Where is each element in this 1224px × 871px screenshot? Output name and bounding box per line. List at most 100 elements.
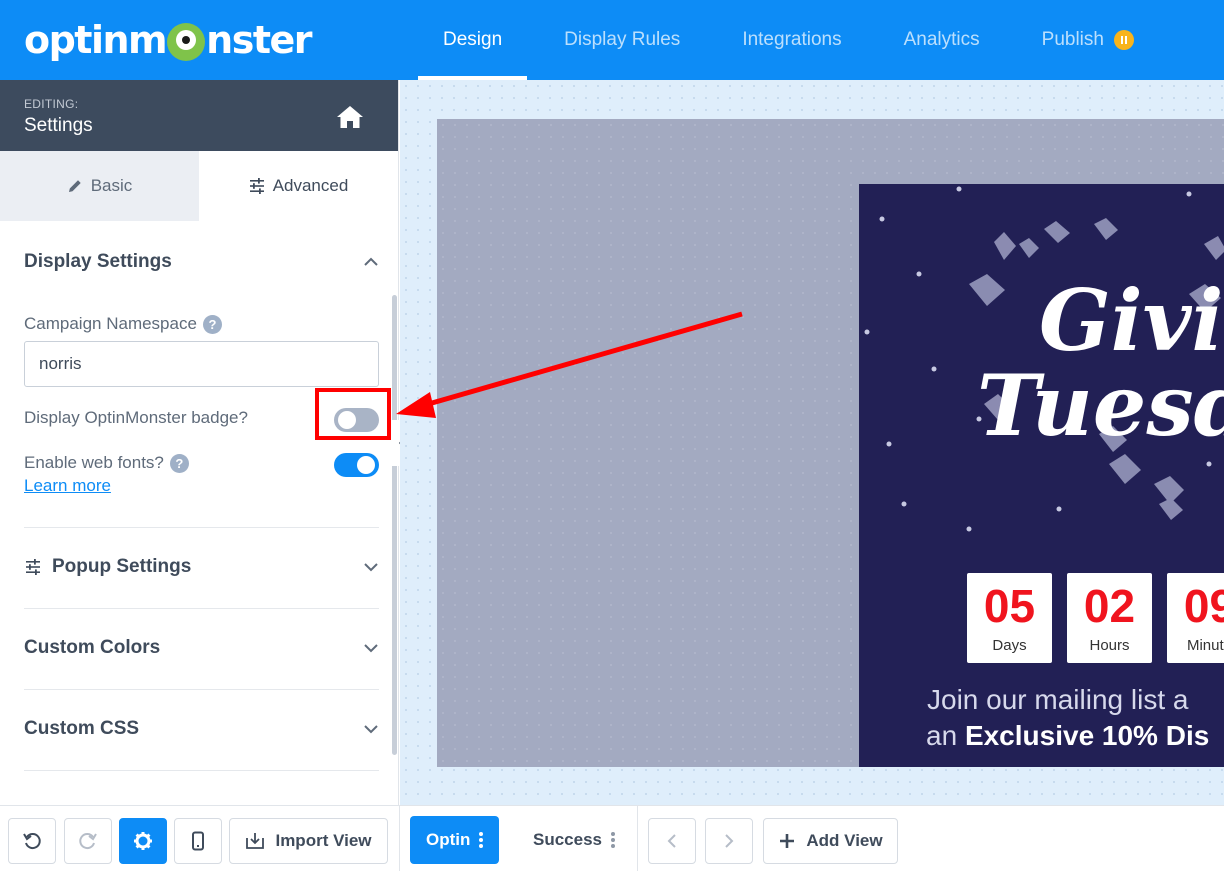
view-tab-optin-label: Optin <box>426 830 471 849</box>
custom-colors-header[interactable]: Custom Colors <box>24 633 379 663</box>
undo-icon <box>23 833 41 850</box>
tab-advanced[interactable]: Advanced <box>199 151 398 221</box>
editing-title: Settings <box>24 115 93 136</box>
sliders-icon <box>26 559 40 575</box>
pencil-icon <box>68 180 81 192</box>
add-view-label: Add View <box>806 831 883 850</box>
monster-mascot-icon <box>167 23 206 61</box>
display-settings-title: Display Settings <box>24 251 172 272</box>
campaign-popup-preview[interactable]: Givin Tuesd 05 Days 02 Hours 09 Minute J… <box>859 184 1224 767</box>
toolbar-separator <box>637 806 638 871</box>
gear-icon <box>134 832 152 850</box>
popup-title-line2: Tuesd <box>977 356 1224 455</box>
redo-button[interactable] <box>64 818 112 864</box>
campaign-namespace-label: Campaign Namespace ? <box>24 314 222 334</box>
view-options-icon[interactable] <box>611 831 615 849</box>
sliders-icon <box>249 178 264 194</box>
top-bar: optinm nster Design Display Rules Integr… <box>0 0 1224 80</box>
chevron-down-icon <box>364 725 378 734</box>
countdown-minutes-label: Minute <box>1186 637 1224 654</box>
countdown-minutes: 09 Minute <box>1167 573 1224 663</box>
toggle-knob <box>357 456 375 474</box>
countdown-days: 05 Days <box>967 573 1052 663</box>
tab-basic-label: Basic <box>90 176 133 195</box>
next-view-button[interactable] <box>705 818 753 864</box>
redo-icon <box>79 833 97 850</box>
custom-css-header[interactable]: Custom CSS <box>24 714 379 744</box>
add-view-button[interactable]: Add View <box>763 818 898 864</box>
countdown-hours-value: 02 <box>1083 580 1136 632</box>
chevron-down-icon <box>364 644 378 653</box>
custom-css-title: Custom CSS <box>24 718 140 739</box>
countdown-hours: 02 Hours <box>1067 573 1152 663</box>
logo-text-right: nster <box>206 18 312 62</box>
popup-settings-header[interactable]: Popup Settings <box>24 552 379 582</box>
popup-title-line1: Givin <box>1039 271 1224 370</box>
popup-body-line2: an Exclusive 10% Dis <box>926 720 1209 752</box>
plus-icon <box>780 834 795 848</box>
nav-tab-integrations[interactable]: Integrations <box>717 0 866 80</box>
custom-colors-title: Custom Colors <box>24 637 161 658</box>
chevron-down-icon <box>364 563 378 572</box>
toolbar-separator <box>399 806 400 871</box>
web-fonts-toggle[interactable] <box>334 453 379 477</box>
main-nav: Design Display Rules Integrations Analyt… <box>418 0 1171 80</box>
popup-body-line2-bold: Exclusive 10% Dis <box>964 720 1210 751</box>
view-options-icon[interactable] <box>479 831 484 849</box>
campaign-namespace-input[interactable]: norris <box>24 341 379 387</box>
help-icon[interactable]: ? <box>169 453 189 473</box>
nav-tab-display-rules-label: Display Rules <box>564 29 681 50</box>
campaign-namespace-label-text: Campaign Namespace <box>24 314 197 333</box>
logo-text-left: optinm <box>24 18 168 62</box>
view-tab-success-label: Success <box>533 830 602 849</box>
paused-status-icon <box>1113 30 1134 50</box>
editing-header: EDITING: Settings <box>0 80 398 151</box>
popup-body-line2-prefix: an <box>926 720 965 751</box>
nav-tab-analytics-label: Analytics <box>903 29 980 50</box>
countdown-minutes-value: 09 <box>1183 580 1224 632</box>
section-divider <box>24 689 379 690</box>
undo-button[interactable] <box>8 818 56 864</box>
home-icon[interactable] <box>336 104 364 130</box>
web-fonts-label-text: Enable web fonts? <box>24 453 164 472</box>
import-view-label: Import View <box>275 831 372 850</box>
section-divider <box>24 770 379 771</box>
popup-settings-title: Popup Settings <box>52 556 192 577</box>
tab-basic[interactable]: Basic <box>0 151 199 221</box>
display-badge-label: Display OptinMonster badge? <box>24 408 248 427</box>
chevron-up-icon <box>364 257 378 266</box>
nav-tab-integrations-label: Integrations <box>742 29 842 50</box>
settings-sidebar: EDITING: Settings Basic Advanced Display… <box>0 80 399 805</box>
nav-tab-display-rules[interactable]: Display Rules <box>539 0 705 80</box>
optinmonster-logo[interactable]: optinm nster <box>24 17 313 63</box>
view-tab-success[interactable]: Success <box>533 816 615 864</box>
nav-tab-publish-label: Publish <box>1041 29 1104 50</box>
chevron-left-icon <box>667 834 676 848</box>
countdown-hours-label: Hours <box>1089 637 1130 654</box>
sidebar-scrollbar[interactable] <box>392 295 397 755</box>
bottom-toolbar: Import View Optin Success Add View <box>0 805 1224 871</box>
countdown-days-value: 05 <box>983 580 1036 632</box>
learn-more-link[interactable]: Learn more <box>24 476 111 496</box>
editing-label: EDITING: <box>24 97 79 111</box>
settings-button[interactable] <box>119 818 167 864</box>
section-divider <box>24 608 379 609</box>
display-settings-header[interactable]: Display Settings <box>24 247 379 277</box>
import-view-button[interactable]: Import View <box>229 818 388 864</box>
popup-body-line1: Join our mailing list a <box>927 684 1189 715</box>
nav-tab-design-label: Design <box>443 29 503 50</box>
section-divider <box>24 527 379 528</box>
mobile-preview-button[interactable] <box>174 818 222 864</box>
annotation-highlight-box <box>315 388 391 440</box>
help-icon[interactable]: ? <box>202 314 222 334</box>
settings-panel: Display Settings Campaign Namespace ? no… <box>0 221 392 805</box>
previous-view-button[interactable] <box>648 818 696 864</box>
chevron-right-icon <box>725 834 734 848</box>
settings-tabs: Basic Advanced <box>0 151 398 221</box>
nav-tab-design[interactable]: Design <box>418 0 528 80</box>
nav-tab-publish[interactable]: Publish <box>1017 0 1159 80</box>
mobile-phone-icon <box>192 831 204 851</box>
nav-tab-analytics[interactable]: Analytics <box>879 0 1005 80</box>
tab-advanced-label: Advanced <box>272 176 349 195</box>
view-tab-optin[interactable]: Optin <box>410 816 500 864</box>
